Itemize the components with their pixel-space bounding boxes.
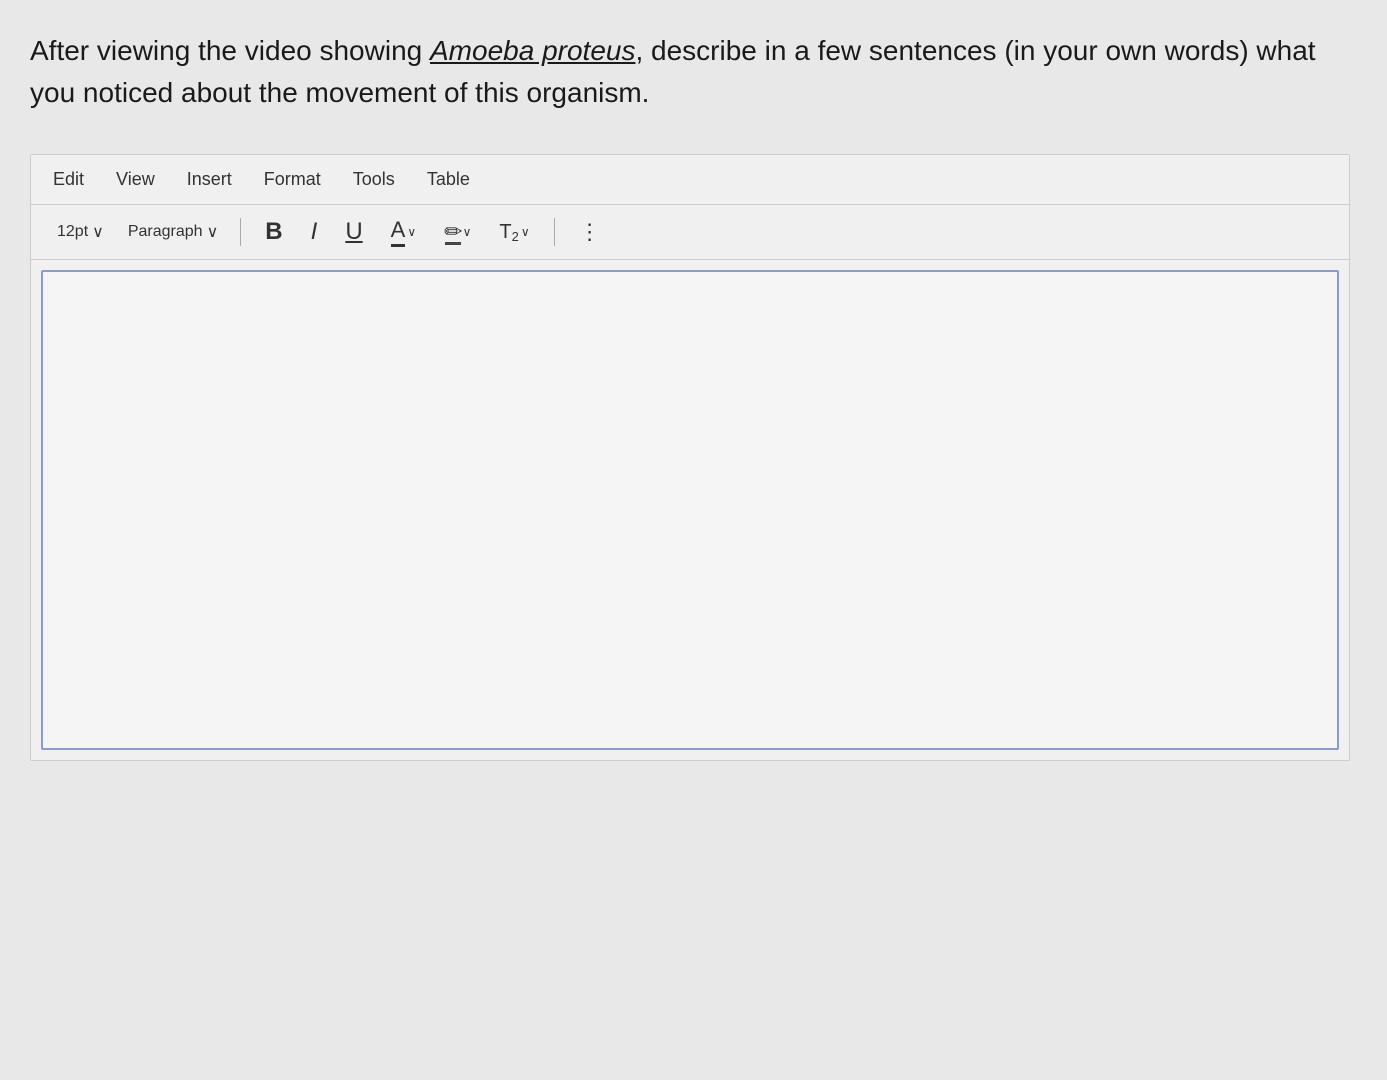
highlight-chevron: ∨ — [463, 225, 472, 239]
menu-bar: Edit View Insert Format Tools Table — [31, 155, 1349, 205]
toolbar: 12pt ∨ Paragraph ∨ B I U A ∨ ✏ ∨ T2 ∨ ⋮ — [31, 205, 1349, 260]
question-italic: Amoeba proteus — [430, 35, 635, 66]
paragraph-value: Paragraph — [128, 223, 203, 241]
menu-format[interactable]: Format — [262, 165, 323, 194]
highlight-button[interactable]: ✏ ∨ — [436, 215, 479, 249]
text-editor-area[interactable] — [41, 270, 1339, 750]
menu-edit[interactable]: Edit — [51, 165, 86, 194]
font-color-label: A — [391, 217, 406, 247]
font-size-select[interactable]: 12pt ∨ — [51, 218, 110, 246]
superscript-label: T2 — [499, 221, 518, 244]
question-text: After viewing the video showing Amoeba p… — [30, 30, 1330, 114]
font-color-button[interactable]: A ∨ — [383, 213, 424, 251]
font-color-chevron: ∨ — [407, 225, 416, 239]
menu-view[interactable]: View — [114, 165, 157, 194]
underline-button[interactable]: U — [337, 214, 370, 250]
menu-tools[interactable]: Tools — [351, 165, 397, 194]
toolbar-divider-1 — [240, 218, 241, 246]
editor-container: Edit View Insert Format Tools Table 12pt… — [30, 154, 1350, 761]
menu-insert[interactable]: Insert — [185, 165, 234, 194]
paragraph-select[interactable]: Paragraph ∨ — [122, 218, 224, 246]
font-size-value: 12pt — [57, 223, 88, 241]
paragraph-chevron: ∨ — [207, 222, 219, 242]
menu-table[interactable]: Table — [425, 165, 472, 194]
font-size-chevron: ∨ — [92, 222, 104, 242]
superscript-button[interactable]: T2 ∨ — [491, 217, 537, 248]
more-options-button[interactable]: ⋮ — [571, 215, 610, 249]
toolbar-divider-2 — [554, 218, 555, 246]
bold-button[interactable]: B — [257, 214, 290, 250]
italic-button[interactable]: I — [303, 214, 326, 250]
highlight-icon: ✏ — [444, 219, 462, 245]
question-text-before: After viewing the video showing — [30, 35, 430, 66]
superscript-chevron: ∨ — [521, 225, 530, 239]
